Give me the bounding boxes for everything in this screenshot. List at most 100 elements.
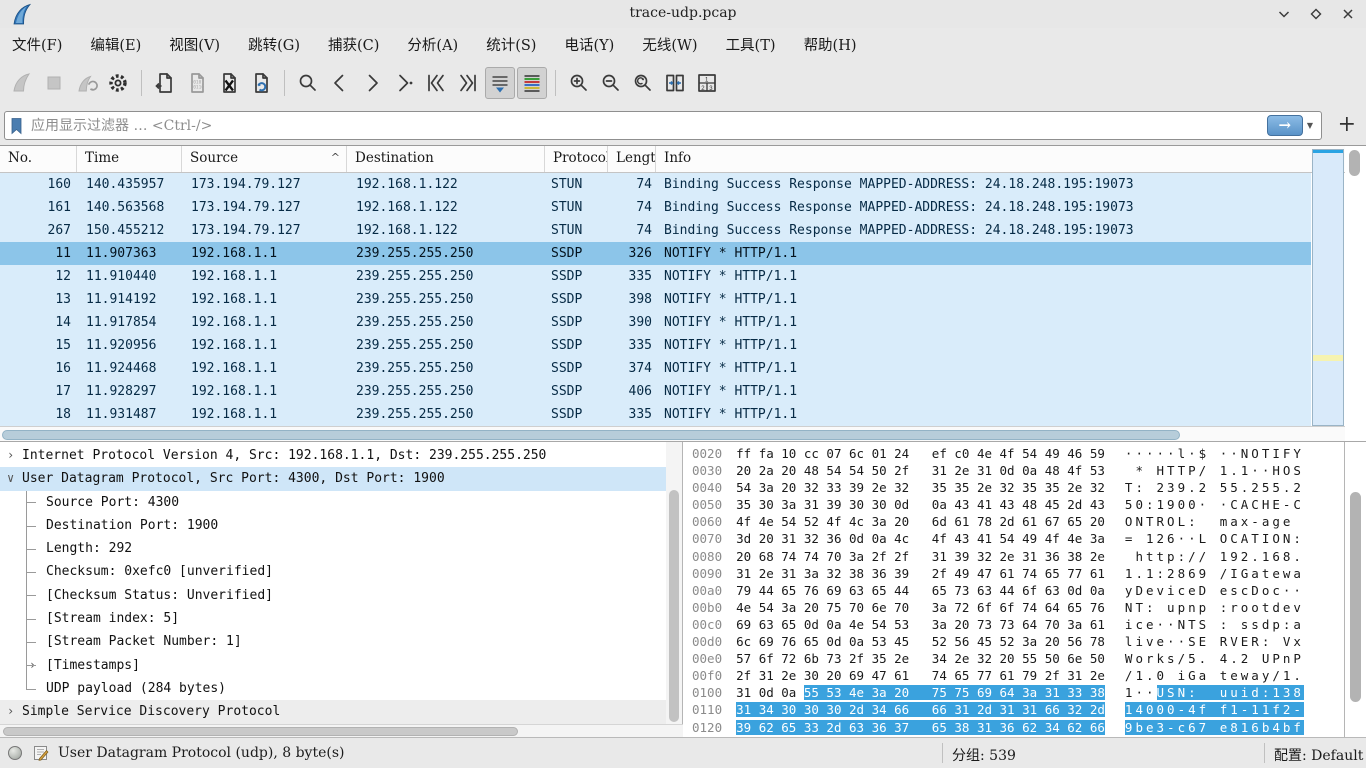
hex-byte[interactable]: 54 [736, 480, 759, 495]
hex-byte[interactable]: 3a [1022, 634, 1045, 649]
bytes-vscroll-thumb[interactable] [1350, 492, 1361, 702]
hex-byte[interactable]: 36 [1000, 720, 1023, 735]
display-filter-field[interactable]: → ▼ [4, 111, 1322, 140]
hex-byte[interactable]: 2e [1000, 549, 1023, 564]
intelligent-scrollbar-minimap[interactable] [1312, 149, 1344, 426]
hex-byte[interactable]: 0a [1022, 463, 1045, 478]
detail-row[interactable]: UDP payload (284 bytes) [0, 677, 666, 700]
menu-item-5[interactable]: 分析(A) [407, 34, 458, 55]
reload-button[interactable] [246, 67, 276, 99]
hex-byte[interactable]: 50 [1045, 651, 1068, 666]
hex-byte[interactable]: 76 [1090, 600, 1105, 615]
hex-byte[interactable]: 4e [759, 514, 782, 529]
hex-byte[interactable]: 59 [1090, 446, 1105, 461]
menu-item-9[interactable]: 工具(T) [726, 34, 776, 55]
hex-byte[interactable]: 4f [826, 514, 849, 529]
menu-item-10[interactable]: 帮助(H) [804, 34, 857, 55]
hex-byte[interactable]: 31 [954, 702, 977, 717]
hex-byte[interactable]: 45 [977, 634, 1000, 649]
hex-byte[interactable]: 20 [736, 463, 759, 478]
apply-filter-button[interactable]: → [1267, 115, 1303, 136]
expert-info-icon[interactable] [8, 746, 22, 760]
packet-row-267[interactable]: 267150.455212173.194.79.127192.168.1.122… [0, 219, 1311, 242]
capture-restart-button[interactable] [71, 67, 101, 99]
hex-row-0040[interactable]: 004054 3a 20 32 33 39 2e 32 35 35 2e 32 … [692, 479, 1304, 496]
packet-row-16[interactable]: 1611.924468192.168.1.1239.255.255.250SSD… [0, 357, 1311, 380]
hex-byte[interactable]: 55 [1022, 651, 1045, 666]
hex-byte[interactable]: 77 [977, 668, 1000, 683]
hex-byte[interactable]: 68 [759, 549, 782, 564]
hex-byte[interactable]: 54 [872, 617, 895, 632]
hex-byte[interactable]: 54 [759, 600, 782, 615]
hex-byte[interactable]: 31 [736, 566, 759, 581]
hex-byte[interactable]: 30 [804, 702, 827, 717]
hex-byte[interactable]: 2e [1067, 480, 1090, 495]
hex-byte[interactable]: 65 [781, 720, 804, 735]
hex-byte[interactable]: 6f [977, 600, 1000, 615]
minimize-button[interactable] [1276, 6, 1292, 22]
hex-byte[interactable]: 65 [1067, 600, 1090, 615]
hex-byte[interactable]: 70 [894, 600, 932, 615]
hex-byte[interactable]: 6f [1022, 583, 1045, 598]
hex-row-0030[interactable]: 003020 2a 20 48 54 54 50 2f 31 2e 31 0d … [692, 462, 1304, 479]
hex-byte[interactable]: 50 [1090, 651, 1105, 666]
packet-list-horizontal-scrollbar[interactable] [0, 426, 1345, 442]
capture-stop-button[interactable] [39, 67, 69, 99]
column-header-time[interactable]: Time [77, 146, 182, 172]
add-filter-button[interactable]: + [1338, 112, 1356, 138]
hex-byte[interactable]: 3a [872, 685, 895, 700]
hex-byte[interactable]: 49 [954, 566, 977, 581]
hex-byte[interactable]: 20 [826, 668, 849, 683]
hex-byte[interactable]: 45 [894, 634, 932, 649]
packet-list-hscroll-thumb[interactable] [2, 430, 1180, 440]
hex-byte[interactable]: 37 [894, 720, 932, 735]
capture-comment-icon[interactable] [33, 745, 49, 765]
filter-bookmark-icon[interactable] [10, 117, 23, 135]
hex-byte[interactable]: 20 [894, 514, 932, 529]
hex-row-0110[interactable]: 011031 34 30 30 30 2d 34 66 66 31 2d 31 … [692, 701, 1304, 718]
hex-byte[interactable]: 76 [804, 583, 827, 598]
zoom-in-button[interactable] [564, 67, 594, 99]
hex-byte[interactable]: 3a [932, 600, 955, 615]
zoom-out-button[interactable] [596, 67, 626, 99]
hex-byte[interactable]: 31 [804, 497, 827, 512]
hex-byte[interactable]: 0a [872, 531, 895, 546]
go-forward-button[interactable] [357, 67, 387, 99]
hex-byte[interactable]: 0d [1000, 463, 1023, 478]
hex-byte[interactable]: 61 [1000, 668, 1023, 683]
hex-byte[interactable]: 35 [954, 480, 977, 495]
column-header-length[interactable]: Length [608, 146, 656, 172]
hex-byte[interactable]: 33 [1067, 685, 1090, 700]
hex-byte[interactable]: 0a [932, 497, 955, 512]
colorize-button[interactable] [517, 67, 547, 99]
hex-byte[interactable]: 20 [1090, 514, 1105, 529]
hex-byte[interactable]: 2a [759, 463, 782, 478]
hex-byte[interactable]: 20 [759, 531, 782, 546]
hex-row-0020[interactable]: 0020ff fa 10 cc 07 6c 01 24 ef c0 4e 4f … [692, 445, 1304, 462]
hex-byte[interactable]: 31 [1067, 668, 1090, 683]
packet-row-13[interactable]: 1311.914192192.168.1.1239.255.255.250SSD… [0, 288, 1311, 311]
hex-byte[interactable]: 35 [736, 497, 759, 512]
filter-dropdown-caret-icon[interactable]: ▼ [1307, 121, 1313, 130]
hex-byte[interactable]: 39 [826, 497, 849, 512]
hex-byte[interactable]: 66 [1045, 702, 1068, 717]
hex-byte[interactable]: 3a [1022, 685, 1045, 700]
hex-byte[interactable]: 62 [1067, 720, 1090, 735]
hex-byte[interactable]: 31 [932, 549, 955, 564]
menu-item-0[interactable]: 文件(F) [12, 34, 62, 55]
menu-item-4[interactable]: 捕获(C) [328, 34, 379, 55]
detail-row[interactable]: [Stream index: 5] [0, 607, 666, 630]
hex-row-0060[interactable]: 00604f 4e 54 52 4f 4c 3a 20 6d 61 78 2d … [692, 513, 1304, 530]
hex-byte[interactable]: c0 [954, 446, 977, 461]
maximize-button[interactable] [1308, 6, 1324, 22]
hex-byte[interactable]: 24 [894, 446, 932, 461]
auto-scroll-button[interactable] [485, 67, 515, 99]
hex-byte[interactable]: 20 [894, 685, 932, 700]
hex-byte[interactable]: 79 [1022, 668, 1045, 683]
hex-byte[interactable]: 3a [1067, 617, 1090, 632]
hex-byte[interactable]: 6c [736, 634, 759, 649]
hex-byte[interactable]: 41 [977, 497, 1000, 512]
hex-byte[interactable]: 38 [1090, 685, 1105, 700]
hex-byte[interactable]: 32 [977, 549, 1000, 564]
hex-byte[interactable]: 20 [1000, 651, 1023, 666]
